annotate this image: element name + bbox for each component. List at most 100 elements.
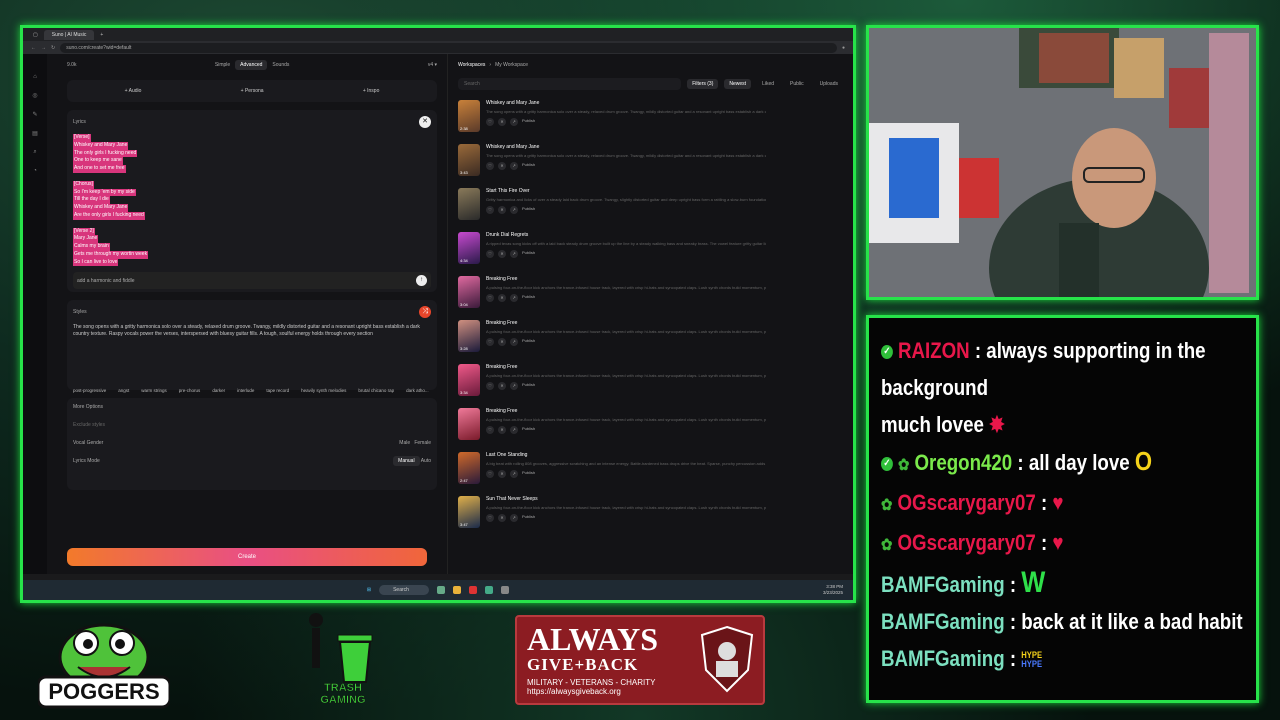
song-cover[interactable] bbox=[458, 188, 480, 220]
song-title[interactable]: Last One Standing bbox=[486, 452, 766, 458]
home-icon[interactable]: ⌂ bbox=[33, 74, 37, 80]
song-cover[interactable]: 3:47 bbox=[458, 496, 480, 528]
model-select[interactable]: v4 ▾ bbox=[428, 62, 437, 68]
dislike-icon[interactable]: ✕ bbox=[498, 426, 506, 434]
style-chip[interactable]: heavily synth melodies bbox=[301, 388, 346, 393]
share-icon[interactable]: ↗ bbox=[510, 382, 518, 390]
style-chip[interactable]: warm strings bbox=[141, 388, 167, 393]
share-icon[interactable]: ↗ bbox=[510, 470, 518, 478]
add-audio-button[interactable]: + Audio bbox=[125, 88, 142, 94]
style-chip[interactable]: brutal chicano rap bbox=[358, 388, 394, 393]
explore-icon[interactable]: ◎ bbox=[32, 92, 37, 99]
like-icon[interactable]: ♡ bbox=[486, 118, 494, 126]
like-icon[interactable]: ♡ bbox=[486, 514, 494, 522]
song-cover[interactable] bbox=[458, 408, 480, 440]
song-title[interactable]: Breaking Free bbox=[486, 320, 766, 326]
song-title[interactable]: Start This Fire Over bbox=[486, 188, 766, 194]
send-icon[interactable]: ↑ bbox=[416, 275, 427, 286]
song-title[interactable]: Drunk Dial Regrets bbox=[486, 232, 766, 238]
song-title[interactable]: Whiskey and Mary Jane bbox=[486, 144, 766, 150]
song-cover[interactable]: 3:28 bbox=[458, 320, 480, 352]
style-chip[interactable]: dark atho... bbox=[406, 388, 429, 393]
publish-button[interactable]: Publish bbox=[522, 470, 535, 478]
share-icon[interactable]: ↗ bbox=[510, 250, 518, 258]
folder-icon[interactable] bbox=[453, 586, 462, 594]
browser-icon[interactable] bbox=[485, 586, 494, 594]
workspaces-link[interactable]: Workspaces bbox=[458, 62, 485, 68]
share-icon[interactable]: ↗ bbox=[510, 426, 518, 434]
song-title[interactable]: Breaking Free bbox=[486, 408, 766, 414]
dislike-icon[interactable]: ✕ bbox=[498, 382, 506, 390]
exclude-styles-input[interactable]: Exclude styles bbox=[73, 422, 431, 428]
style-chip[interactable]: post-progressive bbox=[73, 388, 106, 393]
dislike-icon[interactable]: ✕ bbox=[498, 514, 506, 522]
reload-icon[interactable]: ↻ bbox=[51, 45, 55, 51]
share-icon[interactable]: ↗ bbox=[510, 206, 518, 214]
shuffle-icon[interactable]: ⤨ bbox=[419, 306, 431, 318]
mode-advanced[interactable]: Advanced bbox=[235, 60, 268, 70]
style-chip[interactable]: tape record bbox=[266, 388, 289, 393]
male-option[interactable]: Male bbox=[399, 440, 410, 446]
song-row[interactable]: 2:47 Last One Standing A big beat with r… bbox=[458, 448, 843, 492]
publish-button[interactable]: Publish bbox=[522, 382, 535, 390]
publish-button[interactable]: Publish bbox=[522, 250, 535, 258]
library-icon[interactable]: ▤ bbox=[32, 130, 38, 137]
create-button[interactable]: Create bbox=[67, 548, 427, 566]
mode-simple[interactable]: Simple bbox=[210, 60, 235, 70]
browser-tab[interactable]: Suno | AI Music bbox=[43, 29, 95, 40]
publish-button[interactable]: Publish bbox=[522, 294, 535, 302]
like-icon[interactable]: ♡ bbox=[486, 338, 494, 346]
mode-sounds[interactable]: Sounds bbox=[267, 60, 294, 70]
back-icon[interactable]: ← bbox=[31, 45, 36, 51]
like-icon[interactable]: ♡ bbox=[486, 426, 494, 434]
bell-icon[interactable]: ◔ bbox=[33, 168, 37, 174]
share-icon[interactable]: ↗ bbox=[510, 514, 518, 522]
url-input[interactable]: suno.com/create?wid=default bbox=[60, 42, 837, 53]
like-icon[interactable]: ♡ bbox=[486, 206, 494, 214]
song-cover[interactable]: 4:34 bbox=[458, 232, 480, 264]
female-option[interactable]: Female bbox=[414, 440, 431, 446]
style-chip[interactable]: darker bbox=[212, 388, 225, 393]
like-icon[interactable]: ♡ bbox=[486, 470, 494, 478]
like-icon[interactable]: ♡ bbox=[486, 162, 494, 170]
dislike-icon[interactable]: ✕ bbox=[498, 338, 506, 346]
like-icon[interactable]: ♡ bbox=[486, 250, 494, 258]
song-cover[interactable]: 2:47 bbox=[458, 452, 480, 484]
song-row[interactable]: 3:04 Breaking Free A pulsing four-on-the… bbox=[458, 272, 843, 316]
song-title[interactable]: Whiskey and Mary Jane bbox=[486, 100, 766, 106]
close-icon[interactable]: ✕ bbox=[419, 116, 431, 128]
share-icon[interactable]: ↗ bbox=[510, 338, 518, 346]
song-row[interactable]: Start This Fire Over Gritty harmonica an… bbox=[458, 184, 843, 228]
add-inspo-button[interactable]: + Inspo bbox=[363, 88, 380, 94]
song-row[interactable]: Breaking Free A pulsing four-on-the-floo… bbox=[458, 404, 843, 448]
publish-button[interactable]: Publish bbox=[522, 514, 535, 522]
manual-option[interactable]: Manual bbox=[393, 456, 420, 466]
song-title[interactable]: Breaking Free bbox=[486, 276, 766, 282]
search-input[interactable]: Search bbox=[458, 78, 682, 90]
profile-icon[interactable]: ● bbox=[842, 45, 845, 51]
dislike-icon[interactable]: ✕ bbox=[498, 250, 506, 258]
app-icon[interactable] bbox=[501, 586, 510, 594]
publish-button[interactable]: Publish bbox=[522, 338, 535, 346]
song-row[interactable]: 3:28 Breaking Free A pulsing four-on-the… bbox=[458, 316, 843, 360]
share-icon[interactable]: ↗ bbox=[510, 162, 518, 170]
share-icon[interactable]: ↗ bbox=[510, 118, 518, 126]
dislike-icon[interactable]: ✕ bbox=[498, 118, 506, 126]
song-row[interactable]: 2:38 Whiskey and Mary Jane The song open… bbox=[458, 96, 843, 140]
browser-menu-icon[interactable]: ▢ bbox=[33, 32, 38, 38]
lyrics-textarea[interactable]: [Verse] Whiskey and Mary Jane The only gir… bbox=[73, 134, 431, 266]
song-row[interactable]: 4:34 Drunk Dial Regrets A ripped texas s… bbox=[458, 228, 843, 272]
auto-option[interactable]: Auto bbox=[421, 458, 431, 464]
publish-button[interactable]: Publish bbox=[522, 206, 535, 214]
filters-button[interactable]: Filters (3) bbox=[687, 79, 719, 89]
song-cover[interactable]: 3:43 bbox=[458, 144, 480, 176]
liked-filter[interactable]: Liked bbox=[757, 79, 779, 89]
dislike-icon[interactable]: ✕ bbox=[498, 206, 506, 214]
styles-textarea[interactable]: The song opens with a gritty harmonica s… bbox=[73, 324, 431, 384]
style-chip[interactable]: angst bbox=[118, 388, 129, 393]
public-filter[interactable]: Public bbox=[785, 79, 809, 89]
publish-button[interactable]: Publish bbox=[522, 426, 535, 434]
style-chip[interactable]: pre-chorus bbox=[179, 388, 201, 393]
publish-button[interactable]: Publish bbox=[522, 118, 535, 126]
forward-icon[interactable]: → bbox=[41, 45, 46, 51]
